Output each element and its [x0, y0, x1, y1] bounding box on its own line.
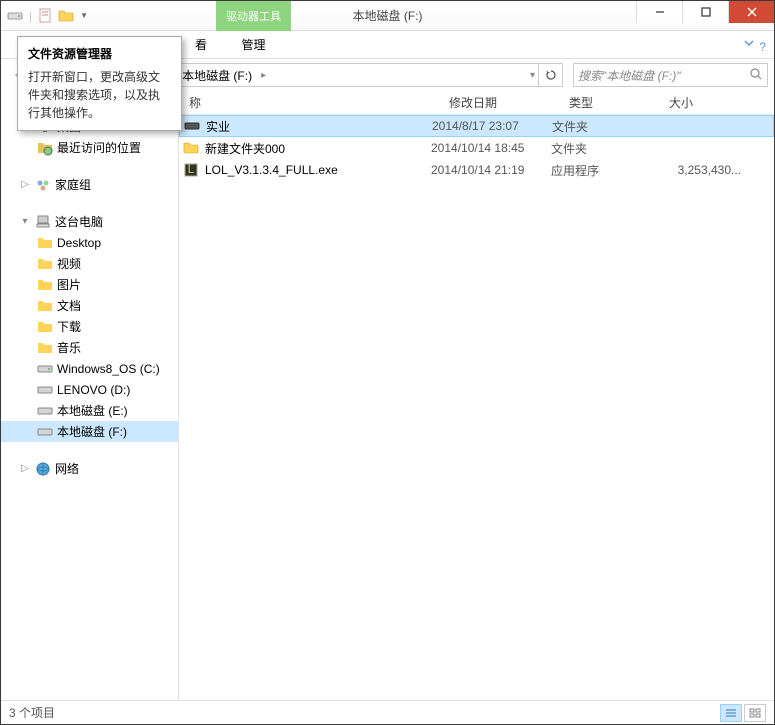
- computer-icon: [35, 214, 51, 230]
- search-placeholder: 搜索"本地磁盘 (F:)": [578, 67, 681, 84]
- expand-icon[interactable]: ▷: [19, 463, 31, 474]
- drive-icon: [184, 118, 200, 134]
- file-list[interactable]: 实业 2014/8/17 23:07 文件夹 新建文件夹000 2014/10/…: [179, 115, 774, 700]
- drive-icon: [37, 382, 53, 398]
- main-area: 下载 桌面 最近访问的位置 ▷ 家庭组 ▾ 这台电脑: [1, 91, 774, 700]
- address-dropdown-icon[interactable]: ▾: [527, 70, 538, 81]
- sidebar-item-drive-e[interactable]: 本地磁盘 (E:): [1, 400, 178, 421]
- view-mode-toggles: [720, 704, 766, 722]
- new-folder-icon[interactable]: [58, 8, 74, 24]
- folder-icon: [183, 140, 199, 156]
- file-row[interactable]: 实业 2014/8/17 23:07 文件夹: [179, 115, 774, 137]
- quick-access-toolbar: | ▼: [1, 8, 90, 24]
- sidebar-item-this-pc[interactable]: ▾ 这台电脑: [1, 211, 178, 232]
- sidebar-item-pc-music[interactable]: 音乐: [1, 337, 178, 358]
- contextual-tab-drive-tools[interactable]: 驱动器工具: [216, 1, 291, 31]
- chevron-right-icon[interactable]: ▸: [258, 70, 269, 81]
- file-name: 新建文件夹000: [205, 140, 285, 157]
- qat-dropdown-icon[interactable]: ▼: [78, 11, 90, 20]
- tab-manage[interactable]: 管理: [216, 31, 291, 59]
- file-date: 2014/10/14 18:45: [431, 141, 551, 155]
- sidebar-item-network[interactable]: ▷ 网络: [1, 458, 178, 479]
- refresh-button[interactable]: [538, 63, 562, 87]
- sidebar-item-pc-videos[interactable]: 视频: [1, 253, 178, 274]
- file-type: 文件夹: [551, 140, 651, 157]
- file-name: LOL_V3.1.3.4_FULL.exe: [205, 163, 338, 177]
- drive-icon: [37, 424, 53, 440]
- folder-icon: [37, 319, 53, 335]
- sidebar-item-pc-downloads[interactable]: 下载: [1, 316, 178, 337]
- drive-icon: [7, 8, 23, 24]
- properties-icon[interactable]: [38, 8, 54, 24]
- sidebar-item-homegroup[interactable]: ▷ 家庭组: [1, 174, 178, 195]
- file-name: 实业: [206, 118, 230, 135]
- file-type: 应用程序: [551, 162, 651, 179]
- navigation-pane: 下载 桌面 最近访问的位置 ▷ 家庭组 ▾ 这台电脑: [1, 91, 179, 700]
- column-header-type[interactable]: 类型: [559, 91, 659, 114]
- maximize-button[interactable]: [682, 1, 728, 23]
- sidebar-item-drive-d[interactable]: LENOVO (D:): [1, 379, 178, 400]
- folder-icon: [37, 235, 53, 251]
- column-headers: 称 修改日期 类型 大小: [179, 91, 774, 115]
- folder-icon: [37, 277, 53, 293]
- folder-icon: [37, 340, 53, 356]
- tooltip-title: 文件资源管理器: [28, 45, 171, 62]
- drive-icon: [37, 361, 53, 377]
- recent-icon: [37, 140, 53, 156]
- column-header-size[interactable]: 大小: [659, 91, 759, 114]
- sidebar-item-drive-c[interactable]: Windows8_OS (C:): [1, 358, 178, 379]
- file-size: 3,253,430...: [651, 163, 751, 177]
- column-header-date[interactable]: 修改日期: [439, 91, 559, 114]
- sidebar-item-pc-desktop[interactable]: Desktop: [1, 232, 178, 253]
- status-item-count: 3 个项目: [9, 704, 55, 721]
- ribbon-expand-icon[interactable]: ?: [742, 36, 766, 54]
- sidebar-item-pc-pictures[interactable]: 图片: [1, 274, 178, 295]
- exe-icon: L: [183, 162, 199, 178]
- breadcrumb-drive-f[interactable]: 本地磁盘 (F:): [176, 64, 258, 86]
- view-details-button[interactable]: [720, 704, 742, 722]
- statusbar: 3 个项目: [1, 700, 774, 724]
- collapse-icon[interactable]: ▾: [19, 216, 31, 227]
- network-icon: [35, 461, 51, 477]
- file-date: 2014/8/17 23:07: [432, 119, 552, 133]
- tooltip-popup: 文件资源管理器 打开新窗口，更改高级文件夹和搜索选项，以及执行其他操作。: [17, 36, 182, 131]
- column-header-name[interactable]: 称: [179, 91, 439, 114]
- divider: |: [29, 9, 32, 23]
- minimize-button[interactable]: [636, 1, 682, 23]
- search-input[interactable]: 搜索"本地磁盘 (F:)": [573, 63, 768, 87]
- homegroup-icon: [35, 177, 51, 193]
- file-row[interactable]: L LOL_V3.1.3.4_FULL.exe 2014/10/14 21:19…: [179, 159, 774, 181]
- window-controls: [636, 1, 774, 23]
- file-row[interactable]: 新建文件夹000 2014/10/14 18:45 文件夹: [179, 137, 774, 159]
- file-list-area: 称 修改日期 类型 大小 实业 2014/8/17 23:07 文件夹 新建文件…: [179, 91, 774, 700]
- sidebar-item-recent[interactable]: 最近访问的位置: [1, 137, 178, 158]
- sidebar-item-drive-f[interactable]: 本地磁盘 (F:): [1, 421, 178, 442]
- folder-icon: [37, 298, 53, 314]
- svg-text:L: L: [188, 162, 195, 176]
- close-button[interactable]: [728, 1, 774, 23]
- file-type: 文件夹: [552, 118, 652, 135]
- tooltip-text: 打开新窗口，更改高级文件夹和搜索选项，以及执行其他操作。: [28, 68, 171, 122]
- folder-icon: [37, 256, 53, 272]
- drive-icon: [37, 403, 53, 419]
- expand-icon[interactable]: ▷: [19, 179, 31, 190]
- tab-view[interactable]: 看: [181, 31, 221, 59]
- file-date: 2014/10/14 21:19: [431, 163, 551, 177]
- search-icon[interactable]: [749, 67, 763, 84]
- sidebar-item-pc-documents[interactable]: 文档: [1, 295, 178, 316]
- titlebar: | ▼ 驱动器工具 本地磁盘 (F:): [1, 1, 774, 31]
- view-large-icons-button[interactable]: [744, 704, 766, 722]
